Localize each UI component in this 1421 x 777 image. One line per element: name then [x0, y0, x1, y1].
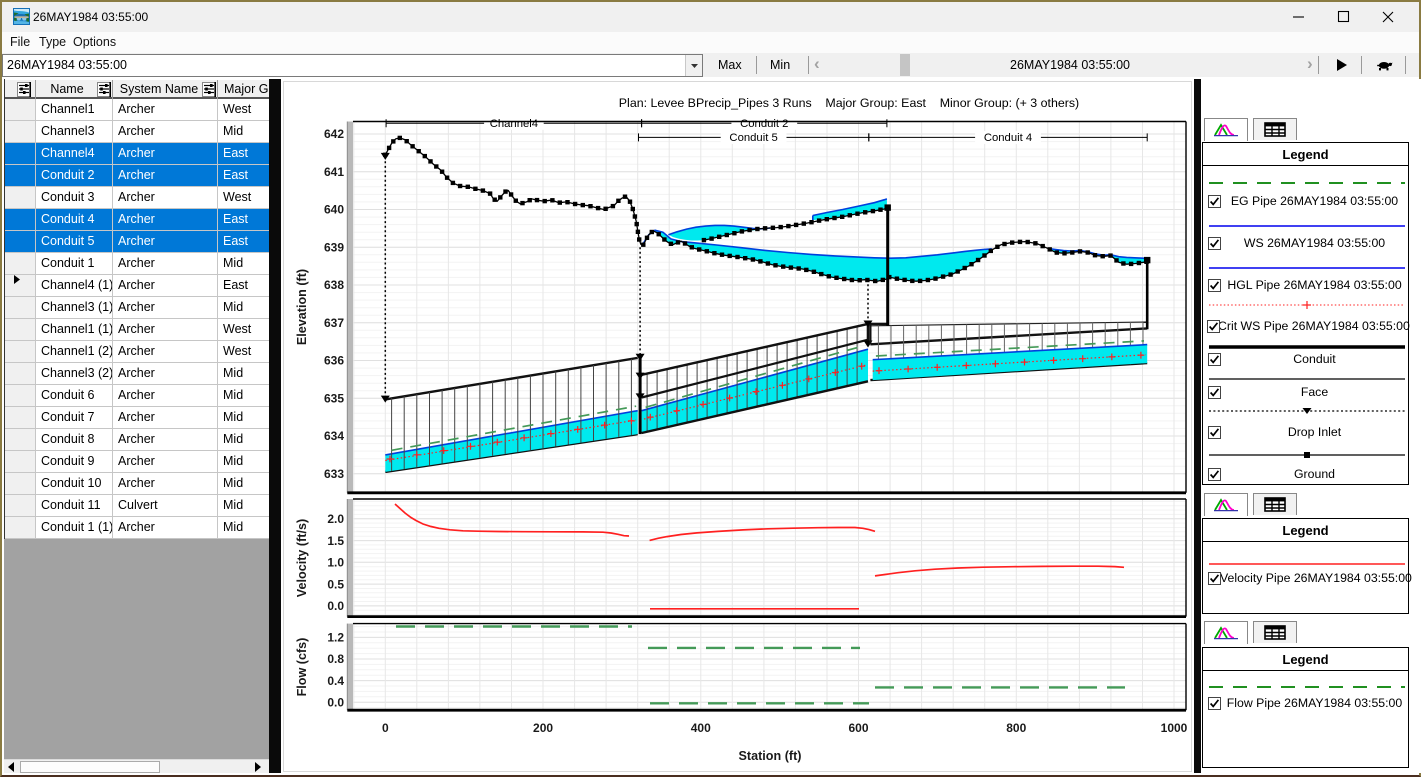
svg-text:400: 400 [691, 721, 711, 735]
svg-text:638: 638 [324, 278, 344, 292]
svg-text:639: 639 [324, 240, 344, 254]
svg-text:0.0: 0.0 [327, 599, 344, 613]
svg-text:2.0: 2.0 [327, 512, 344, 526]
svg-text:634: 634 [324, 429, 344, 443]
svg-text:Conduit 4: Conduit 4 [984, 132, 1032, 144]
svg-text:1.5: 1.5 [327, 534, 344, 548]
svg-text:800: 800 [1006, 721, 1026, 735]
svg-text:0.4: 0.4 [327, 674, 344, 688]
svg-text:637: 637 [324, 316, 344, 330]
svg-text:600: 600 [849, 721, 869, 735]
svg-text:Flow (cfs): Flow (cfs) [295, 638, 309, 697]
svg-text:0.8: 0.8 [327, 652, 344, 666]
svg-text:635: 635 [324, 391, 344, 405]
svg-text:1.2: 1.2 [327, 631, 344, 645]
svg-text:Conduit 2: Conduit 2 [740, 118, 788, 130]
svg-text:636: 636 [324, 354, 344, 368]
svg-text:641: 641 [324, 165, 344, 179]
svg-text:Conduit 5: Conduit 5 [729, 132, 777, 144]
svg-text:Velocity (ft/s): Velocity (ft/s) [295, 519, 309, 597]
svg-text:Elevation (ft): Elevation (ft) [295, 269, 309, 345]
svg-text:Plan: Levee BPrecip_Pipes 3 Ru: Plan: Levee BPrecip_Pipes 3 Runs Major G… [619, 96, 1079, 110]
svg-text:633: 633 [324, 467, 344, 481]
svg-text:642: 642 [324, 127, 344, 141]
svg-text:1000: 1000 [1161, 721, 1188, 735]
svg-text:0: 0 [382, 721, 389, 735]
svg-text:Channel4: Channel4 [490, 118, 538, 130]
svg-text:640: 640 [324, 203, 344, 217]
svg-text:0.5: 0.5 [327, 577, 344, 591]
svg-text:0.0: 0.0 [327, 695, 344, 709]
svg-text:1.0: 1.0 [327, 556, 344, 570]
svg-text:Station (ft): Station (ft) [739, 749, 802, 763]
svg-text:200: 200 [533, 721, 553, 735]
